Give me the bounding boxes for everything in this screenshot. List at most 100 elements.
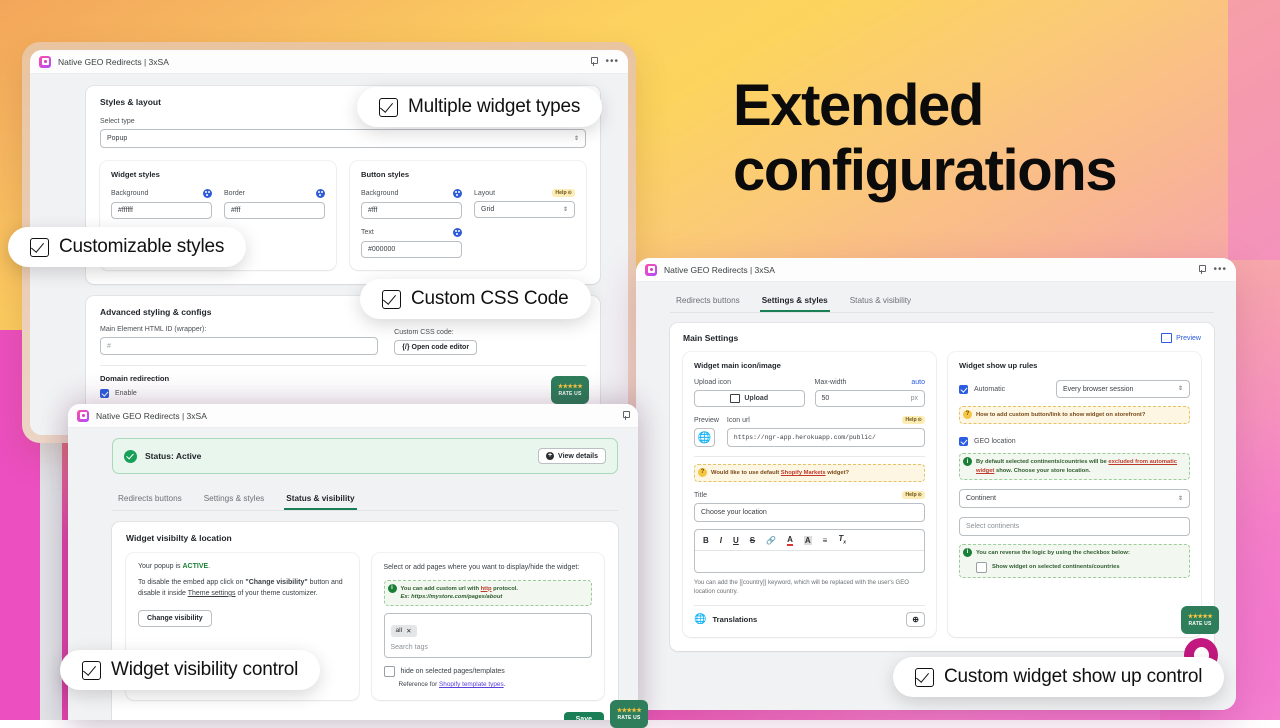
main-settings-card: Main Settings Preview Widget main icon/i… (670, 323, 1214, 652)
link-icon[interactable]: 🔗 (766, 536, 776, 545)
auto-link[interactable]: auto (911, 379, 925, 386)
chevron-updown-icon: ⇕ (573, 135, 579, 142)
view-details-button[interactable]: + View details (538, 448, 606, 464)
add-translation-button[interactable]: ⊕ (906, 612, 925, 628)
tags-input[interactable]: all ✕ Search tags (383, 613, 592, 659)
widget-bg-value: #ffffff (118, 207, 133, 214)
geo-location-checkbox[interactable] (959, 437, 968, 447)
more-options-icon[interactable]: ••• (1213, 264, 1227, 274)
icon-url-value: https://ngr-app.herokuapp.com/public/ (733, 434, 876, 441)
translations-label: Translations (712, 615, 758, 625)
rate-us-widget[interactable]: ★★★★★ RATE US (1181, 606, 1219, 634)
change-visibility-button[interactable]: Change visibility (138, 609, 212, 627)
help-badge[interactable]: Help⊙ (552, 189, 575, 197)
button-layout-dropdown[interactable]: Grid ⇕ (474, 201, 575, 218)
bold-icon[interactable]: B (703, 536, 709, 545)
widget-bg-input[interactable]: #ffffff (111, 202, 212, 219)
http-link[interactable]: http (481, 586, 492, 592)
title-input[interactable]: Choose your location (694, 503, 925, 523)
automatic-frequency-dropdown[interactable]: Every browser session ⇕ (1056, 380, 1190, 398)
help-badge-label: Help (905, 492, 917, 499)
enable-checkbox[interactable] (100, 389, 109, 398)
info-icon: i (963, 457, 972, 467)
rate-us-widget[interactable]: ★★★★★ RATE US (610, 700, 648, 728)
widget-border-value: #fff (231, 207, 241, 214)
save-button[interactable]: Save (563, 712, 604, 720)
underline-icon[interactable]: U (733, 536, 739, 545)
preview-button[interactable]: Preview (1161, 333, 1201, 343)
open-code-editor-button[interactable]: {/} Open code editor (394, 340, 478, 355)
hide-on-selected-checkbox[interactable] (383, 666, 395, 678)
status-banner: Status: Active + View details (112, 438, 618, 474)
continent-dropdown[interactable]: Continent ⇕ (959, 489, 1190, 509)
tab-status-visibility[interactable]: Status & visibility (284, 488, 356, 510)
widget-border-input[interactable]: #fff (224, 202, 325, 219)
shopify-template-types-link[interactable]: Shopify template types (439, 681, 504, 688)
custom-css-label: Custom CSS code: (394, 329, 454, 336)
max-width-input[interactable]: 50 px (814, 390, 925, 407)
button-bg-input[interactable]: #fff (361, 202, 462, 219)
tab-redirects-buttons[interactable]: Redirects buttons (116, 488, 184, 510)
tab-settings-styles[interactable]: Settings & styles (760, 290, 830, 312)
status-check-icon (124, 449, 137, 463)
button-bg-value: #fff (368, 207, 378, 214)
button-text-input[interactable]: #000000 (361, 241, 462, 258)
custom-url-example: Ex: https://mystore.com/pages/about (400, 593, 503, 600)
upload-icon-label: Upload icon (694, 379, 731, 386)
pin-icon[interactable] (1198, 265, 1207, 274)
shopify-markets-link[interactable]: Shopify Markets (781, 470, 826, 476)
color-picker-icon[interactable] (453, 228, 462, 237)
editor-body[interactable] (695, 551, 924, 572)
color-picker-icon[interactable] (453, 189, 462, 198)
theme-settings-link[interactable]: Theme settings (188, 590, 236, 597)
domain-redirection-title: Domain redirection (100, 374, 170, 383)
divider (694, 456, 925, 457)
color-picker-icon[interactable] (316, 189, 325, 198)
px-suffix: px (910, 395, 918, 402)
icon-url-input[interactable]: https://ngr-app.herokuapp.com/public/ (726, 428, 925, 447)
question-icon: ? (963, 410, 972, 419)
window-title: Native GEO Redirects | 3xSA (664, 264, 775, 275)
stars-icon: ★★★★★ (616, 708, 642, 714)
pin-icon[interactable] (622, 411, 630, 420)
more-options-icon[interactable]: ••• (605, 56, 619, 66)
upload-button[interactable]: Upload (694, 390, 805, 407)
chevron-updown-icon: ⇕ (1177, 386, 1183, 392)
custom-button-note-text[interactable]: How to add custom button/link to show wi… (976, 412, 1145, 418)
reference-suffix: . (503, 681, 506, 689)
callout-custom-widget-show-up-control: Custom widget show up control (893, 657, 1225, 697)
select-type-value: Popup (107, 135, 128, 142)
reverse-logic-checkbox[interactable] (976, 561, 987, 573)
align-icon[interactable]: ≡ (823, 536, 828, 545)
italic-icon[interactable]: I (720, 536, 722, 545)
geo-exclusion-note: i By default selected continents/countri… (959, 453, 1190, 481)
select-type-dropdown[interactable]: Popup ⇕ (100, 129, 586, 148)
stars-icon: ★★★★★ (557, 384, 583, 390)
reference-prefix: Reference for (398, 681, 439, 689)
tab-settings-styles[interactable]: Settings & styles (202, 488, 267, 510)
automatic-checkbox[interactable] (959, 384, 968, 394)
hide-on-selected-label: hide on selected pages/templates (400, 668, 505, 676)
highlight-color-icon[interactable]: A (803, 535, 812, 545)
callout-label: Widget visibility control (111, 659, 299, 680)
color-picker-icon[interactable] (203, 189, 212, 198)
button-styles-title: Button styles (361, 170, 410, 179)
help-badge[interactable]: Help⊙ (902, 416, 925, 424)
text-color-icon[interactable]: A (787, 535, 793, 546)
callout-label: Multiple widget types (408, 96, 581, 117)
tab-status-visibility[interactable]: Status & visibility (848, 290, 913, 312)
pages-intro: Select or add pages where you want to di… (383, 564, 580, 571)
tabs-status-visibility: Redirects buttons Settings & styles Stat… (112, 488, 618, 511)
close-icon[interactable]: ✕ (406, 627, 412, 635)
clear-format-icon[interactable]: Tx (838, 534, 846, 546)
rate-us-widget[interactable]: ★★★★★ RATE US (551, 376, 589, 404)
upload-label: Upload (744, 395, 769, 402)
pin-icon[interactable] (590, 57, 599, 66)
select-continents-input[interactable]: Select continents (959, 517, 1190, 537)
strikethrough-icon[interactable]: S (750, 536, 755, 545)
widget-styles-title: Widget styles (111, 170, 160, 179)
tag-chip[interactable]: all ✕ (390, 624, 417, 637)
html-id-input[interactable]: # (100, 337, 379, 355)
help-badge[interactable]: Help⊙ (902, 491, 925, 500)
tab-redirects-buttons[interactable]: Redirects buttons (674, 290, 742, 312)
